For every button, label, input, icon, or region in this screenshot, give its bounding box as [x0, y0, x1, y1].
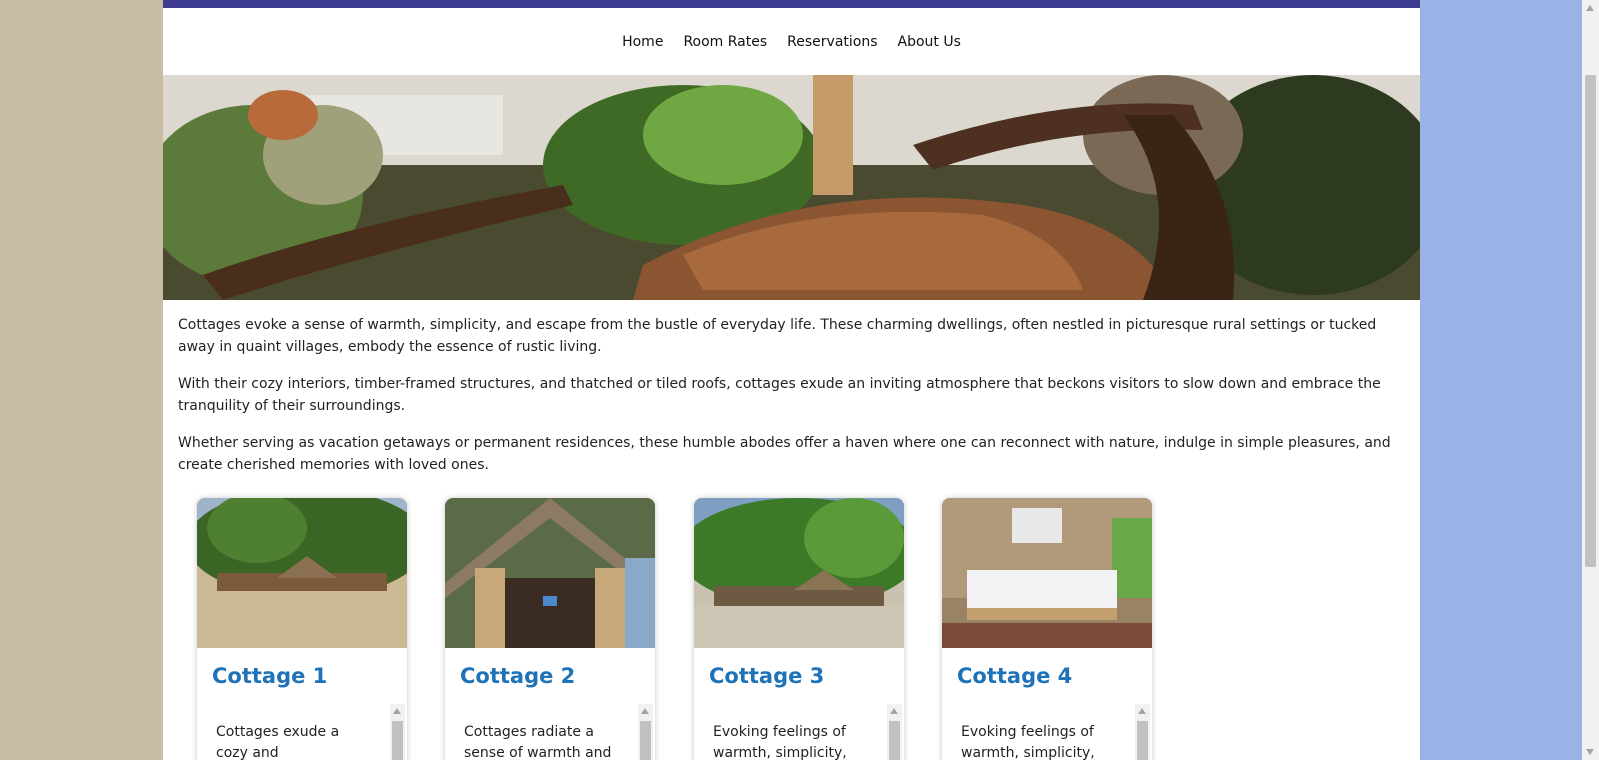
card-title: Cottage 2 — [460, 664, 576, 688]
window-scrollbar[interactable] — [1582, 0, 1599, 760]
scroll-up-icon[interactable] — [1586, 5, 1594, 11]
hero-image — [163, 75, 1420, 300]
nav-reservations[interactable]: Reservations — [787, 34, 877, 50]
nav-about-us[interactable]: About Us — [898, 34, 961, 50]
card-description: Evoking feelings of warmth, simplicity, … — [713, 724, 847, 760]
scroll-up-icon[interactable] — [890, 708, 898, 714]
cottage-photo — [942, 498, 1152, 648]
top-accent-bar — [163, 0, 1420, 8]
cottage-photo — [445, 498, 655, 648]
card-description: Cottages radiate a sense of warmth and — [464, 724, 612, 760]
card-title: Cottage 3 — [709, 664, 825, 688]
intro-section: Cottages evoke a sense of warmth, simpli… — [163, 300, 1420, 476]
scrollbar[interactable] — [638, 704, 653, 760]
cottage-2-photo-icon — [445, 498, 655, 648]
scrollbar[interactable] — [390, 704, 405, 760]
card-description-scrollbox[interactable]: Cottages radiate a sense of warmth and — [445, 704, 655, 760]
page-container: Home Room Rates Reservations About Us Co… — [163, 0, 1420, 760]
card-description-scrollbox[interactable]: Evoking feelings of warmth, simplicity, … — [942, 704, 1152, 760]
cottage-photo — [197, 498, 407, 648]
scroll-thumb[interactable] — [640, 721, 651, 760]
window-scroll-thumb[interactable] — [1585, 75, 1596, 567]
scroll-down-icon[interactable] — [1586, 749, 1594, 755]
card-title: Cottage 4 — [957, 664, 1073, 688]
main-nav: Home Room Rates Reservations About Us — [163, 8, 1420, 75]
scroll-thumb[interactable] — [889, 721, 900, 760]
scrollbar[interactable] — [887, 704, 902, 760]
scroll-up-icon[interactable] — [641, 708, 649, 714]
cottage-4-photo-icon — [942, 498, 1152, 648]
card-title: Cottage 1 — [212, 664, 328, 688]
card-description-scrollbox[interactable]: Cottages exude a cozy and uncomplicated — [197, 704, 407, 760]
scrollbar[interactable] — [1135, 704, 1150, 760]
cottage-card[interactable]: Cottage 3 Evoking feelings of warmth, si… — [694, 498, 904, 760]
scroll-thumb[interactable] — [392, 721, 403, 760]
cottage-card[interactable]: Cottage 2 Cottages radiate a sense of wa… — [445, 498, 655, 760]
card-description: Evoking feelings of warmth, simplicity, … — [961, 724, 1095, 760]
scroll-thumb[interactable] — [1137, 721, 1148, 760]
scroll-up-icon[interactable] — [1138, 708, 1146, 714]
cottage-card[interactable]: Cottage 1 Cottages exude a cozy and unco… — [197, 498, 407, 760]
intro-paragraph: With their cozy interiors, timber-framed… — [178, 376, 1381, 414]
cottage-photo — [694, 498, 904, 648]
card-description: Cottages exude a cozy and uncomplicated — [216, 724, 340, 760]
cottage-1-photo-icon — [197, 498, 407, 648]
scroll-up-icon[interactable] — [393, 708, 401, 714]
patio-photo-icon — [163, 75, 1420, 300]
card-description-scrollbox[interactable]: Evoking feelings of warmth, simplicity, … — [694, 704, 904, 760]
cottage-card[interactable]: Cottage 4 Evoking feelings of warmth, si… — [942, 498, 1152, 760]
nav-home[interactable]: Home — [622, 34, 663, 50]
cottage-3-photo-icon — [694, 498, 904, 648]
intro-paragraph: Cottages evoke a sense of warmth, simpli… — [178, 317, 1377, 355]
nav-room-rates[interactable]: Room Rates — [683, 34, 767, 50]
intro-paragraph: Whether serving as vacation getaways or … — [178, 435, 1391, 473]
